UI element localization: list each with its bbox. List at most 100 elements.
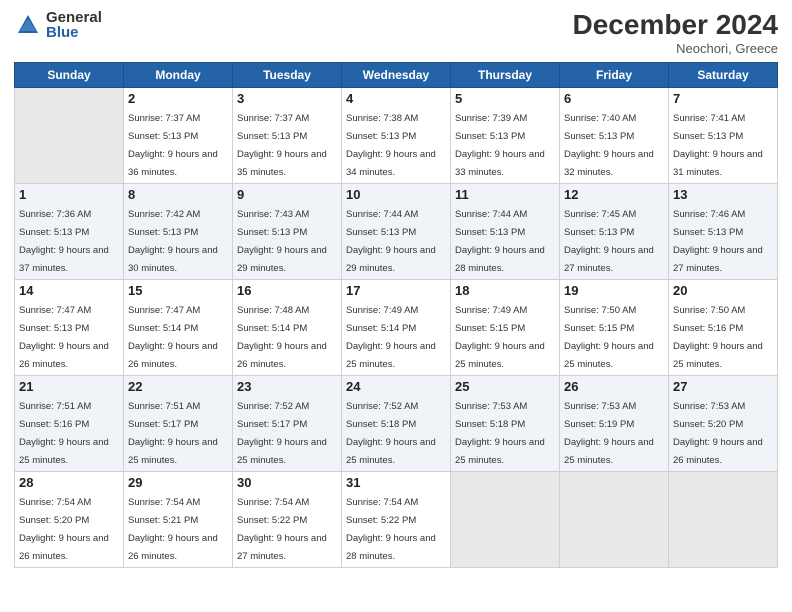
col-thursday: Thursday	[451, 62, 560, 87]
week-row-4: 21Sunrise: 7:51 AMSunset: 5:16 PMDayligh…	[15, 375, 778, 471]
day-number: 5	[455, 91, 555, 106]
day-info: Sunrise: 7:46 AMSunset: 5:13 PMDaylight:…	[673, 209, 763, 274]
day-cell: 12 Sunrise: 7:45 AMSunset: 5:13 PMDayligh…	[560, 183, 669, 279]
day-cell: 5 Sunrise: 7:39 AMSunset: 5:13 PMDaylight…	[451, 87, 560, 183]
day-info: Sunrise: 7:38 AMSunset: 5:13 PMDaylight:…	[346, 113, 436, 178]
day-number: 20	[673, 283, 773, 298]
day-cell: 27Sunrise: 7:53 AMSunset: 5:20 PMDayligh…	[669, 375, 778, 471]
week-row-5: 28 Sunrise: 7:54 AMSunset: 5:20 PMDayligh…	[15, 471, 778, 567]
day-info: Sunrise: 7:47 AMSunset: 5:13 PMDaylight:…	[19, 305, 109, 370]
day-info: Sunrise: 7:42 AMSunset: 5:13 PMDaylight:…	[128, 209, 218, 274]
day-cell: 1Sunrise: 7:36 AMSunset: 5:13 PMDaylight…	[15, 183, 124, 279]
page-container: General Blue December 2024 Neochori, Gre…	[0, 0, 792, 612]
week-row-3: 14Sunrise: 7:47 AMSunset: 5:13 PMDayligh…	[15, 279, 778, 375]
week-row-2: 1Sunrise: 7:36 AMSunset: 5:13 PMDaylight…	[15, 183, 778, 279]
day-number: 22	[128, 379, 228, 394]
day-cell: 7 Sunrise: 7:41 AMSunset: 5:13 PMDaylight…	[669, 87, 778, 183]
day-info: Sunrise: 7:40 AMSunset: 5:13 PMDaylight:…	[564, 113, 654, 178]
day-info: Sunrise: 7:54 AMSunset: 5:22 PMDaylight:…	[237, 497, 327, 562]
col-monday: Monday	[124, 62, 233, 87]
day-number: 21	[19, 379, 119, 394]
day-info: Sunrise: 7:41 AMSunset: 5:13 PMDaylight:…	[673, 113, 763, 178]
day-number: 15	[128, 283, 228, 298]
day-cell: 11Sunrise: 7:44 AMSunset: 5:13 PMDayligh…	[451, 183, 560, 279]
day-info: Sunrise: 7:44 AMSunset: 5:13 PMDaylight:…	[346, 209, 436, 274]
day-info: Sunrise: 7:51 AMSunset: 5:17 PMDaylight:…	[128, 401, 218, 466]
day-info: Sunrise: 7:37 AMSunset: 5:13 PMDaylight:…	[128, 113, 218, 178]
day-info: Sunrise: 7:39 AMSunset: 5:13 PMDaylight:…	[455, 113, 545, 178]
day-cell: 26Sunrise: 7:53 AMSunset: 5:19 PMDayligh…	[560, 375, 669, 471]
day-number: 16	[237, 283, 337, 298]
day-cell: 16 Sunrise: 7:48 AMSunset: 5:14 PMDayligh…	[233, 279, 342, 375]
day-info: Sunrise: 7:48 AMSunset: 5:14 PMDaylight:…	[237, 305, 327, 370]
col-sunday: Sunday	[15, 62, 124, 87]
day-number: 26	[564, 379, 664, 394]
day-number: 18	[455, 283, 555, 298]
day-number: 4	[346, 91, 446, 106]
day-info: Sunrise: 7:43 AMSunset: 5:13 PMDaylight:…	[237, 209, 327, 274]
day-cell	[15, 87, 124, 183]
day-number: 10	[346, 187, 446, 202]
day-cell: 24 Sunrise: 7:52 AMSunset: 5:18 PMDayligh…	[342, 375, 451, 471]
day-number: 7	[673, 91, 773, 106]
day-info: Sunrise: 7:49 AMSunset: 5:15 PMDaylight:…	[455, 305, 545, 370]
day-number: 29	[128, 475, 228, 490]
day-info: Sunrise: 7:44 AMSunset: 5:13 PMDaylight:…	[455, 209, 545, 274]
title-area: December 2024 Neochori, Greece	[573, 10, 778, 56]
col-wednesday: Wednesday	[342, 62, 451, 87]
day-cell: 21Sunrise: 7:51 AMSunset: 5:16 PMDayligh…	[15, 375, 124, 471]
day-info: Sunrise: 7:36 AMSunset: 5:13 PMDaylight:…	[19, 209, 109, 274]
month-title: December 2024	[573, 10, 778, 41]
day-info: Sunrise: 7:54 AMSunset: 5:20 PMDaylight:…	[19, 497, 109, 562]
logo-icon	[14, 11, 42, 39]
day-cell: 30 Sunrise: 7:54 AMSunset: 5:22 PMDayligh…	[233, 471, 342, 567]
day-info: Sunrise: 7:53 AMSunset: 5:18 PMDaylight:…	[455, 401, 545, 466]
day-info: Sunrise: 7:49 AMSunset: 5:14 PMDaylight:…	[346, 305, 436, 370]
day-cell	[451, 471, 560, 567]
day-info: Sunrise: 7:50 AMSunset: 5:15 PMDaylight:…	[564, 305, 654, 370]
day-cell	[560, 471, 669, 567]
day-cell: 6 Sunrise: 7:40 AMSunset: 5:13 PMDaylight…	[560, 87, 669, 183]
day-number: 13	[673, 187, 773, 202]
day-cell: 22 Sunrise: 7:51 AMSunset: 5:17 PMDayligh…	[124, 375, 233, 471]
day-info: Sunrise: 7:52 AMSunset: 5:17 PMDaylight:…	[237, 401, 327, 466]
col-friday: Friday	[560, 62, 669, 87]
day-number: 6	[564, 91, 664, 106]
logo-text: General Blue	[46, 10, 102, 40]
day-cell: 9Sunrise: 7:43 AMSunset: 5:13 PMDaylight…	[233, 183, 342, 279]
day-info: Sunrise: 7:45 AMSunset: 5:13 PMDaylight:…	[564, 209, 654, 274]
day-cell: 29Sunrise: 7:54 AMSunset: 5:21 PMDayligh…	[124, 471, 233, 567]
col-tuesday: Tuesday	[233, 62, 342, 87]
week-row-1: 2 Sunrise: 7:37 AMSunset: 5:13 PMDaylight…	[15, 87, 778, 183]
day-cell: 18 Sunrise: 7:49 AMSunset: 5:15 PMDayligh…	[451, 279, 560, 375]
day-cell	[669, 471, 778, 567]
day-info: Sunrise: 7:54 AMSunset: 5:22 PMDaylight:…	[346, 497, 436, 562]
day-cell: 14Sunrise: 7:47 AMSunset: 5:13 PMDayligh…	[15, 279, 124, 375]
day-number: 2	[128, 91, 228, 106]
day-cell: 17Sunrise: 7:49 AMSunset: 5:14 PMDayligh…	[342, 279, 451, 375]
day-cell: 25 Sunrise: 7:53 AMSunset: 5:18 PMDayligh…	[451, 375, 560, 471]
day-cell: 28 Sunrise: 7:54 AMSunset: 5:20 PMDayligh…	[15, 471, 124, 567]
day-info: Sunrise: 7:50 AMSunset: 5:16 PMDaylight:…	[673, 305, 763, 370]
day-info: Sunrise: 7:47 AMSunset: 5:14 PMDaylight:…	[128, 305, 218, 370]
header-row: Sunday Monday Tuesday Wednesday Thursday…	[15, 62, 778, 87]
day-number: 12	[564, 187, 664, 202]
day-number: 30	[237, 475, 337, 490]
day-info: Sunrise: 7:37 AMSunset: 5:13 PMDaylight:…	[237, 113, 327, 178]
day-cell: 20 Sunrise: 7:50 AMSunset: 5:16 PMDayligh…	[669, 279, 778, 375]
day-number: 8	[128, 187, 228, 202]
day-cell: 10 Sunrise: 7:44 AMSunset: 5:13 PMDayligh…	[342, 183, 451, 279]
day-info: Sunrise: 7:53 AMSunset: 5:20 PMDaylight:…	[673, 401, 763, 466]
day-info: Sunrise: 7:52 AMSunset: 5:18 PMDaylight:…	[346, 401, 436, 466]
day-cell: 15 Sunrise: 7:47 AMSunset: 5:14 PMDayligh…	[124, 279, 233, 375]
day-number: 3	[237, 91, 337, 106]
calendar-body: 2 Sunrise: 7:37 AMSunset: 5:13 PMDaylight…	[15, 87, 778, 567]
logo-general: General	[46, 10, 102, 25]
calendar-table: Sunday Monday Tuesday Wednesday Thursday…	[14, 62, 778, 568]
logo: General Blue	[14, 10, 102, 40]
day-number: 28	[19, 475, 119, 490]
logo-blue: Blue	[46, 25, 102, 40]
day-cell: 2 Sunrise: 7:37 AMSunset: 5:13 PMDaylight…	[124, 87, 233, 183]
day-number: 24	[346, 379, 446, 394]
day-number: 25	[455, 379, 555, 394]
